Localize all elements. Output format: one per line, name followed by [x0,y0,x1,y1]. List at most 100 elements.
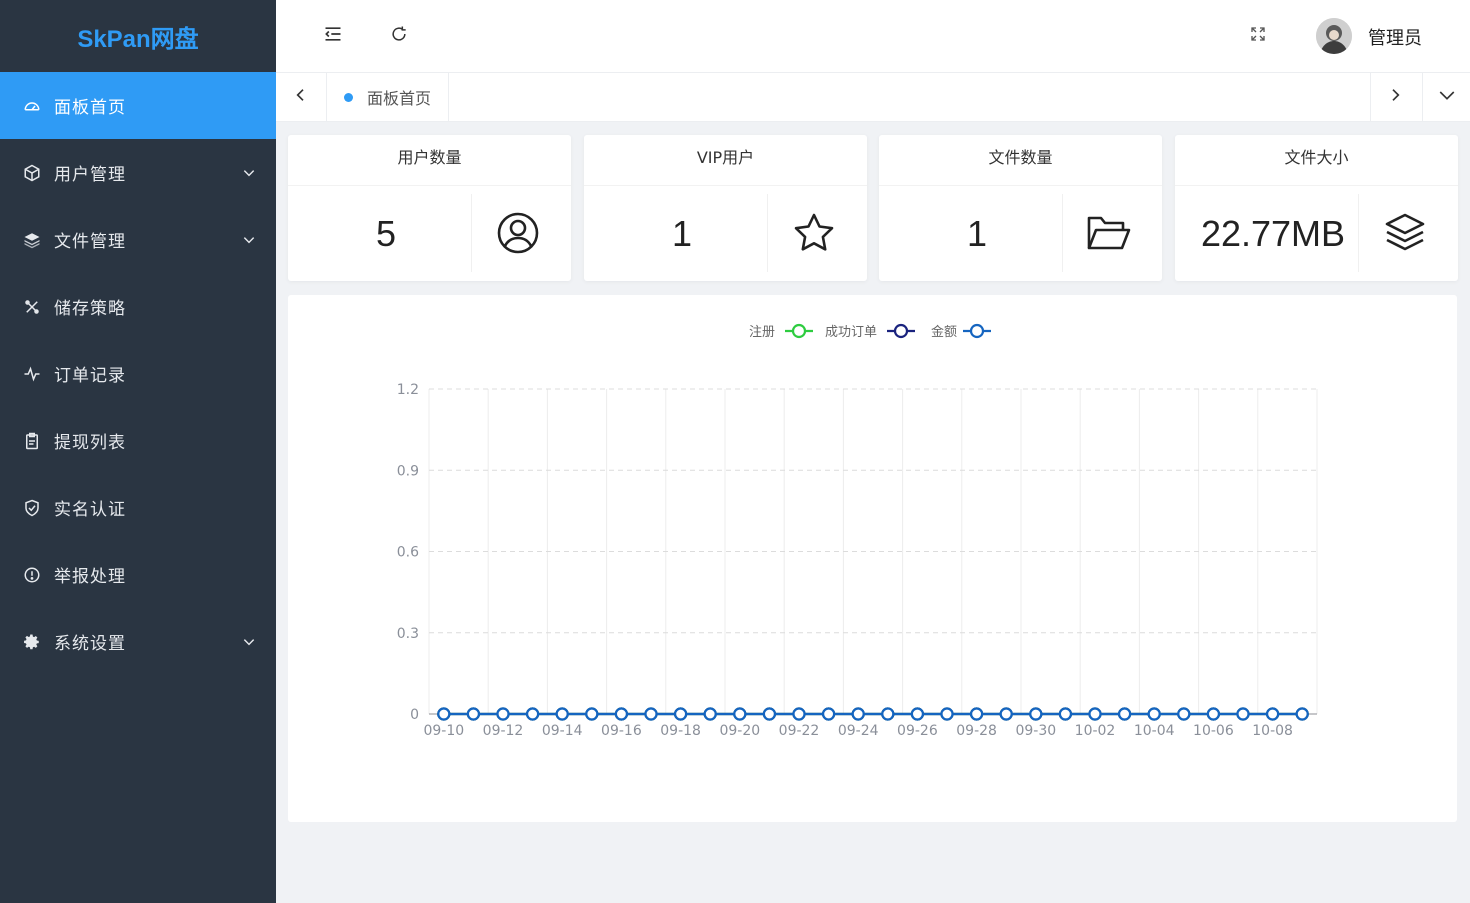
series-point [496,707,510,721]
stat-card-vip: VIP用户 1 [584,135,867,281]
active-dot [344,92,353,102]
series-point [881,707,895,721]
x-tick-label: 09-30 [1015,723,1056,739]
y-tick-label: 0.3 [397,626,419,642]
stat-title: 用户数量 [288,135,571,186]
y-tick-label: 0.6 [397,545,419,561]
stat-card-size: 文件大小 22.77MB [1175,135,1458,281]
sidebar-item-label: 提现列表 [54,433,126,453]
legend-label: 注册 [749,325,775,340]
stat-title: 文件大小 [1175,135,1458,186]
sidebar: SkPan网盘 面板首页 用户管理 文件管理 储存策略 订单记录 提现列表 实名… [0,0,276,903]
sidebar-item-label: 用户管理 [54,165,126,185]
top-header [276,0,1470,73]
stat-value: 1 [671,213,693,254]
x-tick-label: 09-16 [601,723,642,739]
x-tick-label: 09-18 [660,723,701,739]
fullscreen-button[interactable] [1246,24,1270,48]
app-logo[interactable]: SkPan网盘 [0,0,276,72]
sidebar-item-label: 面板首页 [54,98,126,118]
stat-title: VIP用户 [584,135,867,186]
tab-label: 面板首页 [367,89,432,108]
info-icon [22,565,42,585]
chart-panel: 0 0.3 0.6 0.9 1.2 09-10 09-12 09-14 09-16 09-18 09… [288,295,1457,822]
sidebar-item-label: 订单记录 [54,366,126,386]
stat-title: 文件数量 [879,135,1162,186]
sidebar-item-withdrawals[interactable]: 提现列表 [0,407,276,474]
legend-marker [791,323,807,339]
series-point [644,707,658,721]
y-tick-label: 0.9 [397,463,419,479]
folder-open-icon [1079,208,1139,258]
line-chart: 0 0.3 0.6 0.9 1.2 09-10 09-12 09-14 09-16 09-18 09… [397,323,1318,739]
sidebar-item-storage-policy[interactable]: 储存策略 [0,273,276,340]
refresh-icon [389,24,409,48]
series-point [733,707,747,721]
tabs-scroll-right-button[interactable] [1370,73,1419,121]
legend-label: 金额 [931,324,957,340]
stat-card-users: 用户数量 5 [288,135,571,281]
legend-label: 成功订单 [825,325,877,340]
chevron-down-icon [1438,86,1456,108]
sidebar-item-label: 储存策略 [54,299,126,319]
chevron-down-icon [242,634,256,654]
sidebar-item-verification[interactable]: 实名认证 [0,474,276,541]
y-tick-label: 1.2 [397,382,419,398]
series-point [1295,707,1309,721]
y-tick-label: 0 [410,707,419,723]
shield-check-icon [22,498,42,518]
sidebar-item-user-management[interactable]: 用户管理 [0,139,276,206]
sidebar-item-file-management[interactable]: 文件管理 [0,206,276,273]
series-point [1147,707,1161,721]
series-point [969,707,984,721]
sidebar-item-dashboard[interactable]: 面板首页 [0,72,276,139]
tab-dashboard[interactable]: 面板首页 [328,73,449,121]
series-point [910,707,925,721]
chevron-right-icon [1387,87,1403,107]
refresh-button[interactable] [387,24,411,48]
layers-icon [22,230,42,250]
series-point [555,707,569,721]
sidebar-item-label: 实名认证 [54,500,126,520]
series-point [1265,707,1280,721]
x-tick-label: 09-14 [542,723,583,739]
stat-card-files: 文件数量 1 [879,135,1162,281]
series-point [821,707,836,721]
x-tick-label: 09-10 [423,723,464,739]
sidebar-item-settings[interactable]: 系统设置 [0,608,276,675]
x-tick-label: 10-02 [1075,723,1116,739]
x-tick-label: 09-22 [779,723,820,739]
star-icon [784,208,844,258]
x-tick-label: 09-20 [719,723,760,739]
cube-icon [22,163,42,183]
tools-icon [22,297,42,317]
sidebar-item-label: 举报处理 [54,567,126,587]
series-point [466,707,480,721]
collapse-menu-button[interactable] [321,24,345,48]
stat-value: 22.77MB [1200,213,1346,254]
series-point [703,707,717,721]
tabs-menu-button[interactable] [1422,73,1470,121]
series-point [999,707,1013,721]
x-tick-label: 10-04 [1134,723,1175,739]
divider [767,194,768,272]
username[interactable]: 管理员 [1368,24,1422,50]
sidebar-item-label: 文件管理 [54,232,126,252]
avatar[interactable] [1316,18,1352,54]
series-point [1117,707,1132,721]
tabs-bar: 面板首页 [276,73,1470,122]
divider [1062,194,1063,272]
series-point [585,707,599,721]
stat-value: 5 [375,213,397,254]
tabs-scroll-left-button[interactable] [276,73,327,121]
x-tick-label: 10-06 [1193,723,1234,739]
sidebar-item-reports[interactable]: 举报处理 [0,541,276,608]
menu-fold-icon [323,24,343,48]
gear-icon [22,632,42,652]
stack-icon [1375,208,1435,258]
chevron-down-icon [242,165,256,185]
series-point [940,707,954,721]
sidebar-item-orders[interactable]: 订单记录 [0,340,276,407]
x-tick-label: 10-08 [1252,723,1293,739]
divider [1358,194,1359,272]
